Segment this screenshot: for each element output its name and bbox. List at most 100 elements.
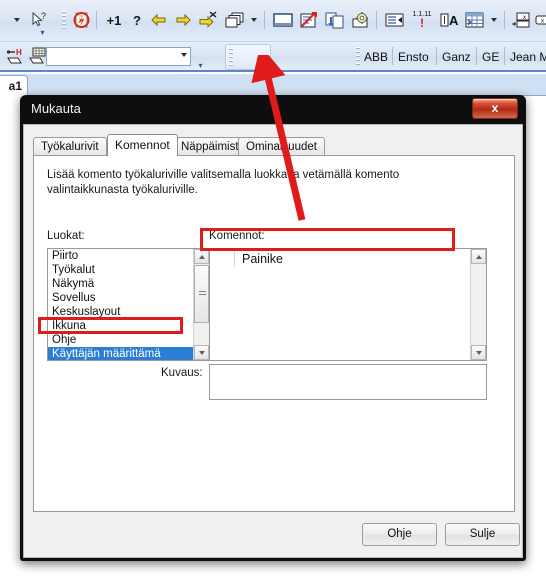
- stacked-windows-button[interactable]: [222, 9, 248, 31]
- settings-gear-button[interactable]: [348, 9, 374, 31]
- svg-text:A: A: [449, 13, 459, 28]
- arrow-delete-button[interactable]: [196, 9, 220, 31]
- list-item[interactable]: Näkymä: [48, 277, 193, 291]
- stacked-windows-icon: [225, 12, 244, 28]
- tab-tyokalurivit[interactable]: Työkalurivit: [33, 137, 107, 155]
- separator-icon-7: [436, 47, 437, 65]
- forbidden-document-icon: [73, 12, 90, 28]
- vendor-label-abb: ABB: [364, 50, 389, 64]
- caret-down-icon-3: [491, 18, 497, 22]
- list-item[interactable]: Piirto: [48, 249, 193, 263]
- stacked-windows-dropdown[interactable]: [248, 9, 260, 31]
- list-item[interactable]: Työkalut: [48, 263, 193, 277]
- forbidden-document-button[interactable]: [70, 9, 94, 31]
- edit-redline-button[interactable]: [296, 9, 322, 31]
- categories-list: Piirto Työkalut Näkymä Sovellus Keskusla…: [48, 249, 193, 360]
- vendor-button-jean-muller[interactable]: Jean Mü: [510, 48, 546, 66]
- svg-text:x: x: [523, 15, 526, 21]
- svg-text:H: H: [16, 48, 22, 57]
- toolbar-dropdown-caret[interactable]: [10, 9, 24, 31]
- vendor-button-ensto[interactable]: Ensto: [398, 48, 429, 66]
- insert-tag-button[interactable]: x: [508, 9, 534, 31]
- help-button[interactable]: Ohje: [362, 523, 437, 546]
- categories-label: Luokat:: [47, 230, 85, 242]
- separator-icon-1: [96, 11, 97, 29]
- toolbar-overflow-icon-1[interactable]: ▾: [38, 28, 47, 37]
- vendor-button-ge[interactable]: GE: [482, 48, 499, 66]
- symbol-h-button[interactable]: H: [4, 45, 28, 67]
- grip-lines-icon: [199, 291, 206, 297]
- back-arrow-button[interactable]: [148, 9, 170, 31]
- list-item[interactable]: Sovellus: [48, 291, 193, 305]
- forward-arrow-button[interactable]: [172, 9, 194, 31]
- separator-icon-9: [504, 47, 505, 65]
- duplicate-blue-button[interactable]: [322, 9, 348, 31]
- scroll-up-button[interactable]: [194, 249, 209, 264]
- scroll-down-button[interactable]: [194, 345, 209, 360]
- categories-scrollbar[interactable]: [193, 249, 209, 360]
- scrollbar-thumb[interactable]: [194, 265, 209, 323]
- list-view-icon: [385, 13, 404, 27]
- tab-ominaisuudet[interactable]: Ominaisuudet: [238, 137, 325, 155]
- chevron-down-icon: [198, 350, 205, 355]
- list-item[interactable]: Painike: [210, 249, 470, 268]
- toolbar-combo-box[interactable]: [46, 47, 191, 66]
- dialog-title-bar[interactable]: Mukauta x: [20, 95, 526, 124]
- table-grid-dropdown[interactable]: [488, 9, 500, 31]
- document-tab-a1[interactable]: a1: [0, 75, 28, 96]
- plus-one-button[interactable]: +1: [102, 9, 126, 31]
- caret-down-icon-2: [251, 18, 257, 22]
- commands-listbox[interactable]: Painike: [209, 248, 487, 361]
- list-item[interactable]: Ohje: [48, 333, 193, 347]
- caret-down-icon: [14, 18, 20, 22]
- command-label: Painike: [242, 251, 283, 266]
- table-grid-icon: [465, 12, 484, 28]
- vendor-label-ge: GE: [482, 50, 500, 64]
- document-tab-bar: a1: [0, 74, 546, 96]
- table-grid-button[interactable]: [462, 9, 488, 31]
- commands-label: Komennot:: [209, 230, 265, 242]
- vendor-label-jean-muller: Jean Mü: [510, 50, 546, 64]
- list-view-button[interactable]: [382, 9, 408, 31]
- description-field[interactable]: [209, 364, 487, 400]
- scroll-down-button[interactable]: [471, 345, 486, 360]
- categories-listbox[interactable]: Piirto Työkalut Näkymä Sovellus Keskusla…: [47, 248, 210, 361]
- list-item-selected[interactable]: Käyttäjän määrittämä: [48, 347, 193, 360]
- tab-komennot[interactable]: Komennot: [107, 134, 178, 156]
- vendor-button-abb[interactable]: ABB: [364, 48, 388, 66]
- arrow-right-delete-icon: [199, 11, 217, 28]
- scroll-up-button[interactable]: [471, 249, 486, 264]
- toolbar-overflow-icon-2[interactable]: ▾: [196, 61, 205, 70]
- pointer-question-icon: ?: [32, 11, 46, 27]
- toolbar-grip-icon-3[interactable]: [229, 48, 233, 66]
- toolbar-row-primary: ? ▾ +1 ? 1.1.11 ! A x x: [0, 0, 546, 42]
- list-item[interactable]: Keskuslayout: [48, 305, 193, 319]
- duplicate-blue-icon: [325, 12, 344, 29]
- plus-one-label: +1: [106, 12, 122, 28]
- chevron-up-icon: [475, 254, 482, 259]
- separator-icon-8: [476, 47, 477, 65]
- svg-text:?: ?: [41, 11, 46, 21]
- help-question-button[interactable]: ?: [128, 9, 146, 31]
- vendor-label-ensto: Ensto: [398, 50, 429, 64]
- separator-icon-6: [392, 47, 393, 65]
- small-tag-button[interactable]: x: [532, 9, 546, 31]
- document-tab-label: a1: [8, 79, 22, 93]
- window-frame-button[interactable]: [270, 9, 296, 31]
- window-rectangle-icon: [273, 13, 293, 27]
- empty-toolbar-drop-target[interactable]: ▾: [225, 44, 271, 70]
- toolbar-grip-icon-2[interactable]: [356, 47, 360, 65]
- toolbar-overflow-icon-3[interactable]: ▾: [263, 59, 267, 68]
- renumber-alert-button[interactable]: 1.1.11 !: [408, 9, 436, 31]
- vendor-button-ganz[interactable]: Ganz: [442, 48, 471, 66]
- text-label-button[interactable]: A: [436, 9, 462, 31]
- close-dialog-button[interactable]: Sulje: [445, 523, 520, 546]
- toolbar-grip-icon-1[interactable]: [62, 11, 66, 29]
- list-item[interactable]: Ikkuna: [48, 319, 193, 333]
- description-label: Kuvaus:: [161, 367, 203, 379]
- alert-exclaim-icon: !: [420, 16, 424, 30]
- chevron-down-icon: [475, 350, 482, 355]
- close-button[interactable]: x: [472, 98, 518, 119]
- insert-tag-icon: x: [512, 12, 530, 28]
- commands-scrollbar[interactable]: [470, 249, 486, 360]
